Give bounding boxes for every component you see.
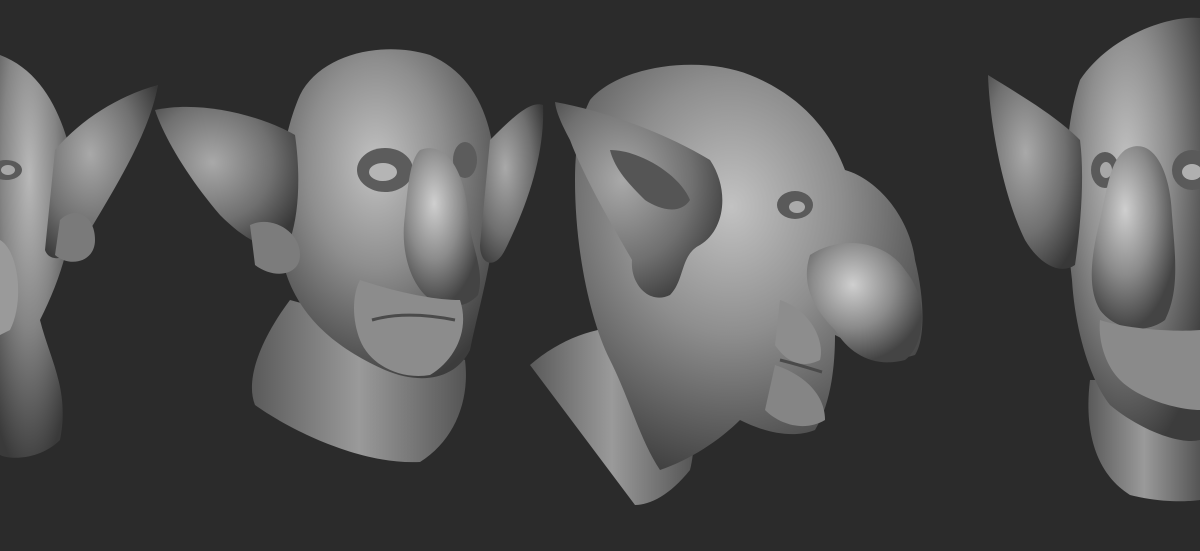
front-head-view: [155, 49, 544, 463]
profile-head-view: [530, 64, 923, 505]
right-head-view: [988, 17, 1200, 502]
left-head-view: [0, 55, 158, 458]
goblin-head-turnaround: [0, 17, 1200, 505]
sculpt-viewport: [0, 0, 1200, 551]
